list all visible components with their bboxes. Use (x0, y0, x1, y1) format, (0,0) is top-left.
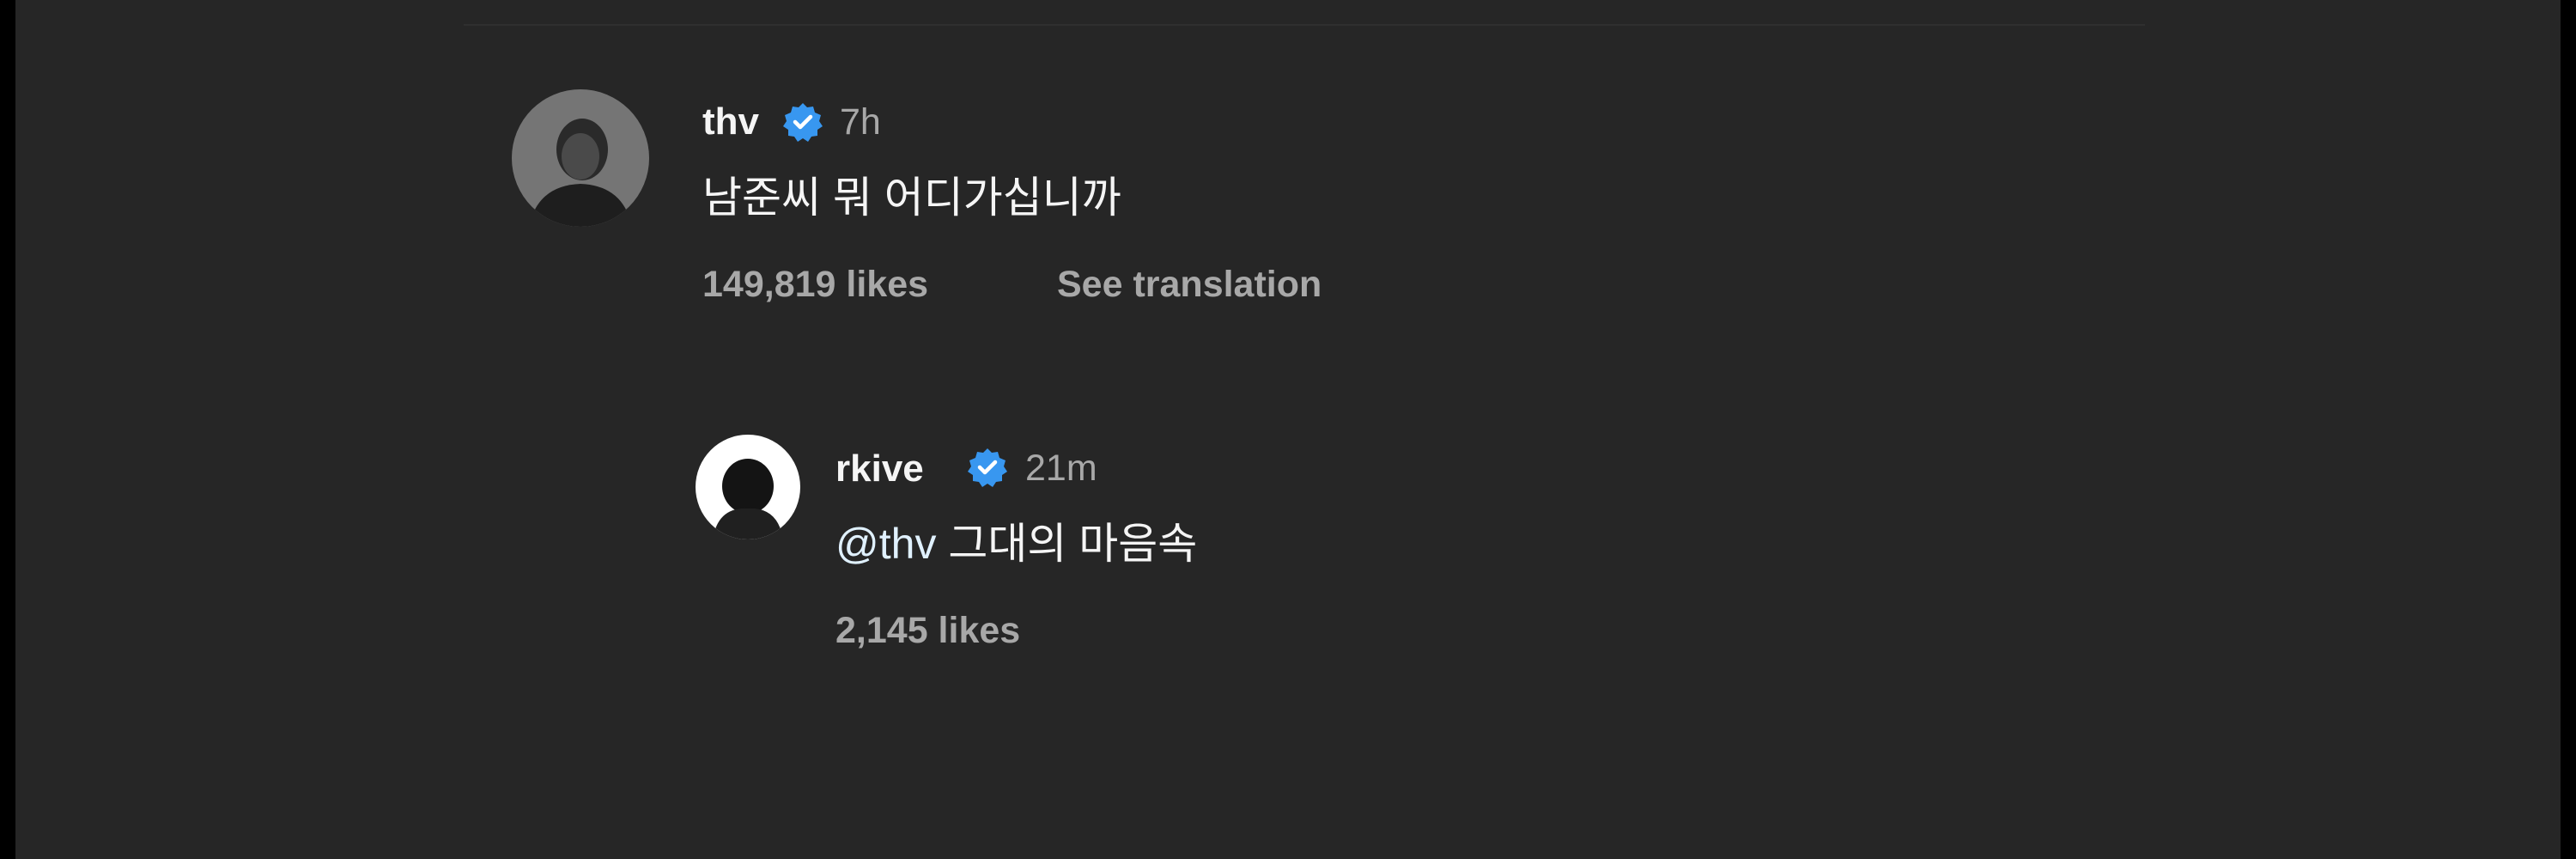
mention-link[interactable]: @thv (835, 520, 936, 568)
avatar[interactable] (512, 89, 649, 227)
reply-username[interactable]: rkive (835, 450, 924, 488)
see-translation-button[interactable]: See translation (1057, 266, 1321, 303)
reply-body: 그대의 마음속 (948, 520, 1198, 568)
like-count[interactable]: 2,145 likes (835, 612, 1020, 649)
comment-text: 남준씨 뭐 어디가십니까 (702, 174, 1121, 222)
divider (464, 24, 2145, 26)
like-count[interactable]: 149,819 likes (702, 266, 928, 303)
reply-text: @thv 그대의 마음속 (835, 522, 1197, 565)
comment-timestamp: 7h (840, 101, 881, 143)
reply-timestamp: 21m (1025, 448, 1097, 489)
comment-username[interactable]: thv (702, 103, 759, 141)
avatar[interactable] (696, 435, 800, 539)
comments-panel: thv 7h 남준씨 뭐 어디가십니까 149,819 likes See tr… (15, 0, 2561, 859)
verified-badge-icon (782, 101, 823, 147)
verified-badge-icon (967, 447, 1008, 492)
